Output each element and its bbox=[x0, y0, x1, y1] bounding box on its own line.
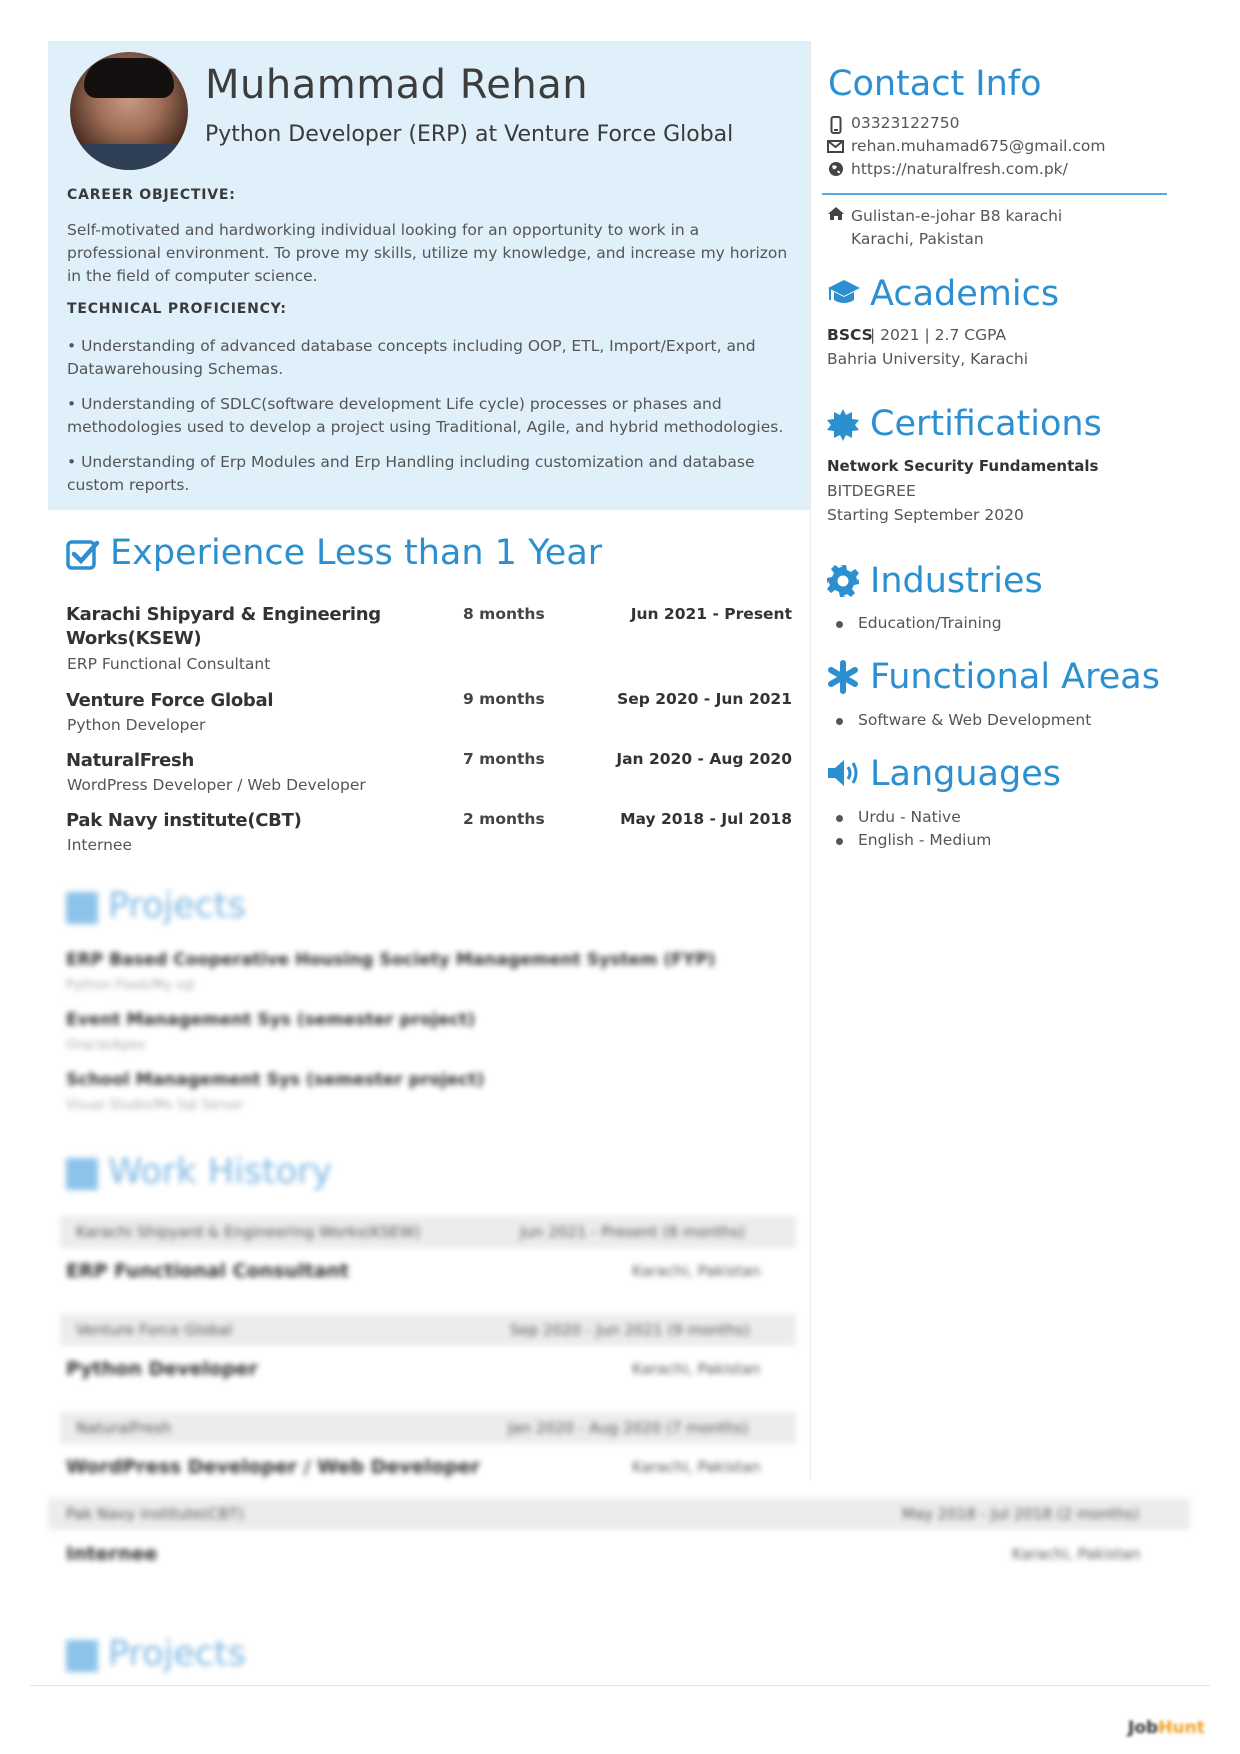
experience-total: Less than 1 Year bbox=[316, 533, 603, 573]
career-objective-label: CAREER OBJECTIVE: bbox=[67, 187, 236, 203]
contact-address-line2: Karachi, Pakistan bbox=[851, 230, 984, 248]
list-icon bbox=[66, 892, 98, 924]
language-item: English - Medium bbox=[858, 831, 992, 849]
technical-point: • Understanding of advanced database con… bbox=[67, 337, 756, 378]
avatar bbox=[70, 52, 188, 170]
experience-role: Python Developer bbox=[67, 716, 206, 734]
work-history-location: Karachi, Pakistan bbox=[632, 1262, 761, 1280]
work-history-company: Venture Force Global bbox=[76, 1321, 233, 1339]
contact-divider bbox=[822, 193, 1167, 195]
bullet-dot bbox=[836, 621, 843, 628]
experience-range: Sep 2020 - Jun 2021 bbox=[617, 690, 792, 708]
work-history-company: Pak Navy institute(CBT) bbox=[66, 1505, 244, 1523]
career-objective-text: Self-motivated and hardworking individua… bbox=[67, 221, 788, 285]
project-name: Event Management Sys (semester project) bbox=[66, 1010, 476, 1030]
experience-role: ERP Functional Consultant bbox=[67, 655, 271, 673]
gear-icon bbox=[827, 565, 859, 597]
experience-range: May 2018 - Jul 2018 bbox=[620, 810, 792, 828]
work-history-title: Work History bbox=[108, 1152, 333, 1192]
functional-area-item: Software & Web Development bbox=[858, 711, 1092, 729]
work-history-company: NaturalFresh bbox=[76, 1419, 172, 1437]
footer-logo: JobHunt bbox=[1128, 1718, 1205, 1738]
project-tech: Oracle/Apex bbox=[66, 1038, 146, 1053]
technical-point: • Understanding of SDLC(software develop… bbox=[67, 395, 784, 436]
academics-institution: Bahria University, Karachi bbox=[827, 350, 1029, 368]
work-history-location: Karachi, Pakistan bbox=[1012, 1545, 1141, 1563]
experience-range: Jun 2021 - Present bbox=[630, 605, 792, 623]
technical-point: • Understanding of Erp Modules and Erp H… bbox=[67, 453, 755, 494]
functional-areas-title: Functional Areas bbox=[870, 657, 1160, 697]
work-history-period: Jan 2020 - Aug 2020 (7 months) bbox=[508, 1419, 749, 1437]
list-icon bbox=[66, 1158, 98, 1190]
blurred-section: Projects ERP Based Cooperative Housing S… bbox=[0, 870, 1240, 1754]
project-name: School Management Sys (semester project) bbox=[66, 1070, 485, 1090]
industry-item: Education/Training bbox=[858, 614, 1002, 632]
certifications-title: Certifications bbox=[870, 404, 1102, 444]
languages-title: Languages bbox=[870, 754, 1061, 794]
work-history-period: May 2018 - Jul 2018 (2 months) bbox=[902, 1505, 1140, 1523]
experience-company: Karachi Shipyard & Engineering Works(KSE… bbox=[66, 604, 381, 649]
academics-degree: BSCS bbox=[827, 326, 873, 344]
experience-company: Venture Force Global bbox=[66, 690, 274, 711]
candidate-headline: Python Developer (ERP) at Venture Force … bbox=[205, 122, 734, 147]
work-history-period: Jun 2021 - Present (8 months) bbox=[520, 1223, 745, 1241]
experience-role: Internee bbox=[67, 836, 133, 854]
experience-company: Pak Navy institute(CBT) bbox=[66, 810, 302, 831]
contact-address-line1: Gulistan-e-johar B8 karachi bbox=[851, 207, 1063, 225]
work-history-location: Karachi, Pakistan bbox=[632, 1360, 761, 1378]
email-icon bbox=[827, 140, 844, 153]
experience-duration: 7 months bbox=[463, 750, 545, 768]
experience-range: Jan 2020 - Aug 2020 bbox=[616, 750, 792, 768]
candidate-name: Muhammad Rehan bbox=[205, 62, 589, 108]
work-history-role: Python Developer bbox=[66, 1358, 258, 1380]
home-icon bbox=[828, 207, 844, 220]
academics-details: | 2021 | 2.7 CGPA bbox=[870, 326, 1007, 344]
globe-icon bbox=[829, 162, 843, 176]
work-history-location: Karachi, Pakistan bbox=[632, 1458, 761, 1476]
academics-title: Academics bbox=[870, 274, 1060, 314]
work-history-period: Sep 2020 - Jun 2021 (9 months) bbox=[510, 1321, 750, 1339]
language-item: Urdu - Native bbox=[858, 808, 961, 826]
contact-email: rehan.muhamad675@gmail.com bbox=[851, 137, 1106, 155]
list-icon bbox=[66, 1640, 98, 1672]
asterisk-icon bbox=[828, 660, 858, 694]
contact-title: Contact Info bbox=[828, 64, 1042, 104]
certificate-icon bbox=[827, 409, 859, 441]
technical-proficiency-label: TECHNICAL PROFICIENCY: bbox=[67, 301, 287, 317]
speaker-icon bbox=[828, 760, 858, 786]
graduation-cap-icon bbox=[828, 280, 860, 303]
work-history-role: Internee bbox=[66, 1543, 158, 1565]
project-tech: Python Flask/My sql bbox=[66, 978, 195, 993]
certification-issuer: BITDEGREE bbox=[827, 482, 916, 500]
experience-title: Experience bbox=[110, 533, 306, 573]
experience-duration: 2 months bbox=[463, 810, 545, 828]
experience-duration: 8 months bbox=[463, 605, 545, 623]
footer-divider bbox=[30, 1685, 1210, 1686]
projects-title: Projects bbox=[108, 886, 246, 926]
checkbox-icon bbox=[66, 540, 100, 570]
work-history-role: WordPress Developer / Web Developer bbox=[66, 1456, 480, 1478]
work-history-role: ERP Functional Consultant bbox=[66, 1260, 350, 1282]
contact-website: https://naturalfresh.com.pk/ bbox=[851, 160, 1068, 178]
bullet-dot bbox=[836, 838, 843, 845]
experience-role: WordPress Developer / Web Developer bbox=[67, 776, 366, 794]
project-tech: Visual Studio/Ms Sql Server bbox=[66, 1098, 244, 1113]
contact-phone: 03323122750 bbox=[851, 114, 960, 132]
industries-title: Industries bbox=[870, 561, 1043, 601]
experience-company: NaturalFresh bbox=[66, 750, 194, 771]
bullet-dot bbox=[836, 718, 843, 725]
projects-repeat-title: Projects bbox=[108, 1634, 246, 1674]
certification-name: Network Security Fundamentals bbox=[827, 457, 1099, 475]
work-history-company: Karachi Shipyard & Engineering Works(KSE… bbox=[76, 1223, 421, 1241]
certification-start: Starting September 2020 bbox=[827, 506, 1024, 524]
project-name: ERP Based Cooperative Housing Society Ma… bbox=[66, 950, 716, 970]
phone-icon bbox=[830, 116, 842, 134]
bullet-dot bbox=[836, 815, 843, 822]
experience-duration: 9 months bbox=[463, 690, 545, 708]
